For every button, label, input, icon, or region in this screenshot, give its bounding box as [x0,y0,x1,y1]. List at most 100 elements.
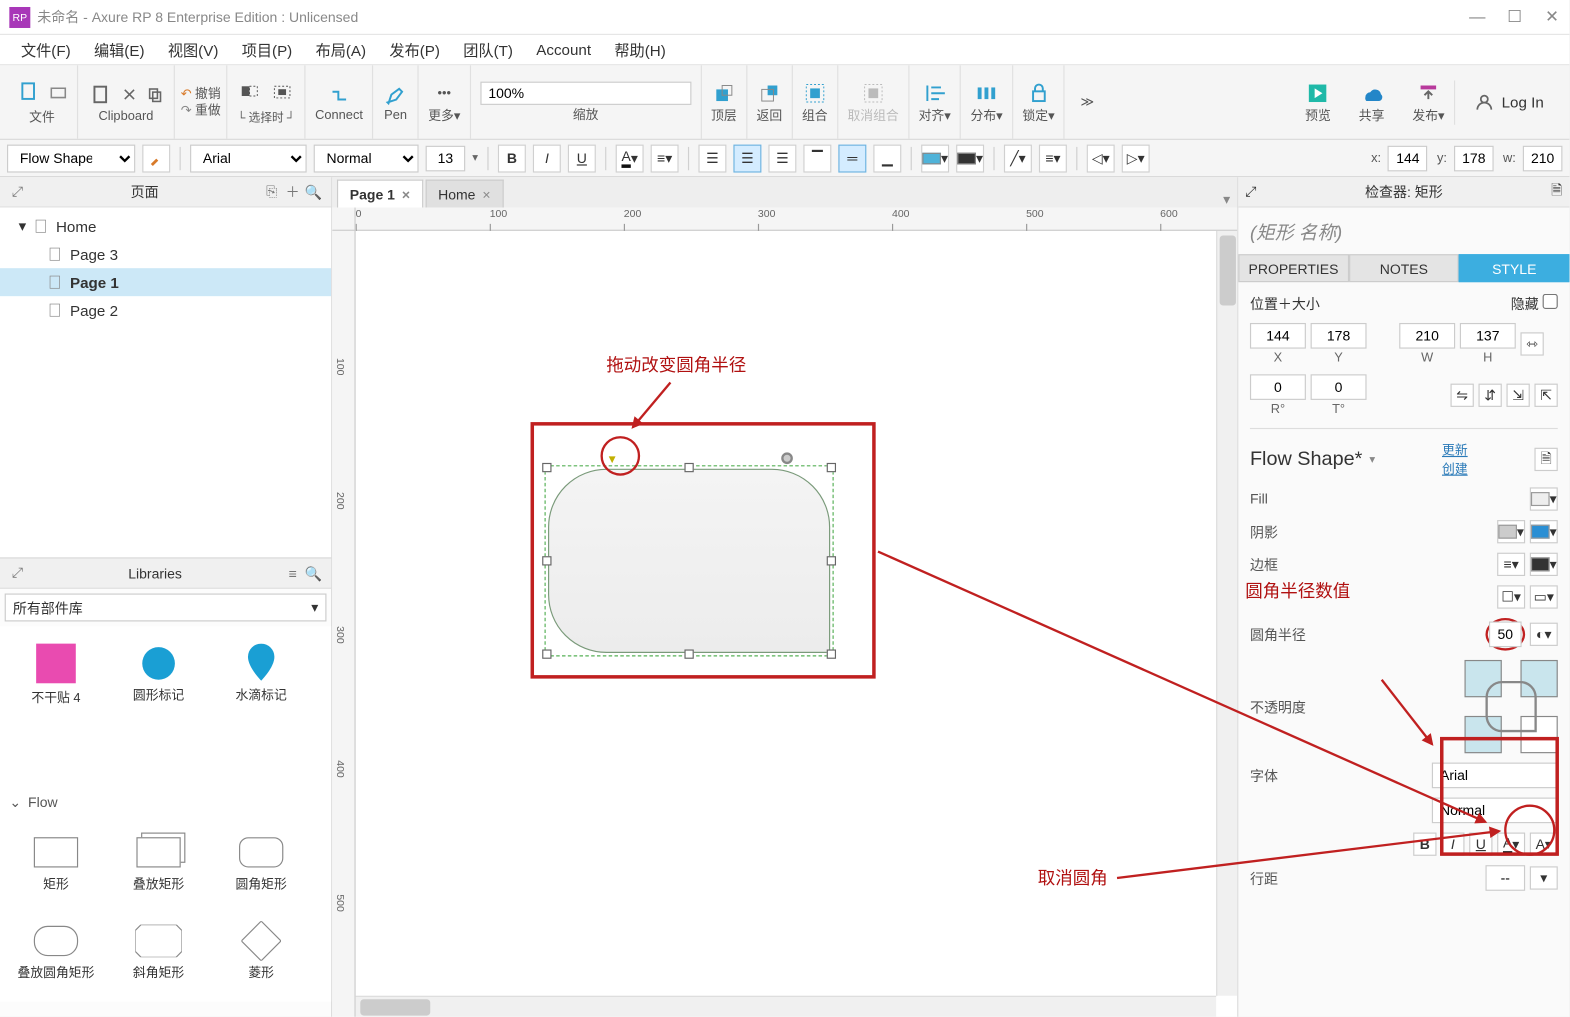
menu-file[interactable]: 文件(F) [9,38,82,60]
line-color-button[interactable]: ▾ [956,144,984,172]
tool-publish[interactable]: 发布▾ [1403,80,1455,124]
lib-flow-bevel[interactable]: 斜角矩形 [107,908,210,997]
menu-edit[interactable]: 编辑(E) [82,38,156,60]
tool-overflow[interactable]: ≫ [1065,65,1109,138]
flow-section[interactable]: ⌄Flow [0,789,331,815]
border-color-dd[interactable]: ▾ [1530,553,1558,576]
collapse-icon[interactable]: ⤢ [7,181,28,202]
menu-help[interactable]: 帮助(H) [603,38,678,60]
insp-x-input[interactable] [1250,323,1306,349]
insp-text-more[interactable]: A▾ [1530,833,1558,856]
text-color-button[interactable]: A▾ [616,144,644,172]
border-side-dd[interactable]: ▭▾ [1530,585,1558,608]
tool-lock[interactable]: 锁定▾ [1013,65,1065,138]
tool-clipboard-group[interactable]: Clipboard [78,65,175,138]
shape-style-select[interactable]: Flow Shape [7,144,135,172]
flip-h-button[interactable]: ⇋ [1451,384,1474,407]
tab-dropdown-icon[interactable]: ▾ [1216,191,1237,207]
bold-button[interactable]: B [498,144,526,172]
valign-bottom-button[interactable]: ▁ [873,144,901,172]
tree-item-page2[interactable]: Page 2 [0,296,331,324]
tool-undo-group[interactable]: ↶ 撤销 ↷ 重做 [175,65,228,138]
insp-w-input[interactable] [1399,323,1455,349]
tool-file-group[interactable]: 文件 [7,65,78,138]
corner-radius-grid[interactable] [1464,660,1557,753]
line-width-button[interactable]: ≡▾ [1039,144,1067,172]
menu-account[interactable]: Account [525,41,603,58]
tool-select-group[interactable]: └ 选择时 ┘ [228,65,306,138]
outer-shadow-dd[interactable]: ▾ [1497,520,1525,543]
align-left-button[interactable]: ☰ [698,144,726,172]
lib-item-circle[interactable]: 圆形标记 [107,631,210,720]
menu-team[interactable]: 团队(T) [452,38,525,60]
fit-box-button[interactable]: ⇱ [1534,384,1557,407]
lib-menu-icon[interactable]: ≡ [282,563,303,584]
tool-zoom[interactable]: 缩放 [471,65,702,138]
menu-layout[interactable]: 布局(A) [304,38,378,60]
w-input[interactable] [1523,145,1563,171]
border-width-dd[interactable]: ≡▾ [1497,553,1525,576]
ruler-vertical[interactable]: 0 100 200 300 400 500 [332,231,355,1017]
tool-more[interactable]: ••• 更多▾ [419,65,471,138]
menu-project[interactable]: 项目(P) [230,38,304,60]
login-button[interactable]: Log In [1464,87,1553,117]
border-style-dd[interactable]: ☐▾ [1497,585,1525,608]
fill-color-button[interactable]: ▾ [921,144,949,172]
arrow-end-button[interactable]: ▷▾ [1122,144,1150,172]
eyedropper-button[interactable] [142,144,170,172]
tree-item-page3[interactable]: Page 3 [0,240,331,268]
tool-front[interactable]: 顶层 [702,65,747,138]
maximize-button[interactable]: ☐ [1506,7,1522,27]
insp-italic[interactable]: I [1441,833,1464,856]
tab-page1[interactable]: Page 1× [337,180,423,208]
insp-bold[interactable]: B [1413,833,1436,856]
style-create-link[interactable]: 创建 [1442,459,1468,478]
lib-flow-rounded-stack[interactable]: 叠放圆角矩形 [5,908,108,997]
italic-button[interactable]: I [533,144,561,172]
tool-group[interactable]: 组合 [793,65,838,138]
tab-notes[interactable]: NOTES [1349,254,1459,282]
close-icon[interactable]: × [402,186,410,202]
tab-properties[interactable]: PROPERTIES [1238,254,1348,282]
tree-item-home[interactable]: ▾Home [0,212,331,240]
arrow-start-button[interactable]: ◁▾ [1087,144,1115,172]
font-select[interactable]: Arial [190,144,307,172]
selected-shape[interactable] [548,469,830,653]
radius-input[interactable] [1489,621,1522,647]
tool-ungroup[interactable]: 取消组合 [838,65,909,138]
lib-collapse-icon[interactable]: ⤢ [7,563,28,584]
insp-h-input[interactable] [1460,323,1516,349]
insp-r-input[interactable] [1250,374,1306,400]
align-right-button[interactable]: ☰ [768,144,796,172]
tool-distribute[interactable]: 分布▾ [961,65,1013,138]
tool-pen[interactable]: Pen [373,65,418,138]
hide-checkbox[interactable] [1543,294,1558,309]
list-button[interactable]: ≡▾ [651,144,679,172]
lib-item-sticky[interactable]: 不干贴 4 [5,631,108,720]
inner-shadow-dd[interactable]: ▾ [1530,520,1558,543]
lib-flow-diamond[interactable]: 菱形 [210,908,313,997]
x-input[interactable] [1388,145,1428,171]
menu-view[interactable]: 视图(V) [156,38,230,60]
search-pages-icon[interactable]: 🔍 [303,181,324,202]
line-style-button[interactable]: ╱▾ [1004,144,1032,172]
fill-color-dd[interactable]: ▾ [1530,487,1558,510]
canvas[interactable] [356,231,1217,996]
tool-preview[interactable]: 预览 [1296,80,1340,124]
ruler-horizontal[interactable]: 0 100 200 300 400 500 600 [356,208,1237,231]
tool-back[interactable]: 返回 [747,65,792,138]
menu-publish[interactable]: 发布(P) [378,38,452,60]
close-icon[interactable]: × [482,186,490,202]
font-weight-select[interactable]: Normal [314,144,419,172]
inspector-collapse-icon[interactable]: ⤢ [1245,183,1256,200]
valign-middle-button[interactable]: ═ [838,144,866,172]
tab-home[interactable]: Home× [425,180,503,208]
fit-text-button[interactable]: ⇲ [1506,384,1529,407]
shape-name-input[interactable]: (矩形 名称) [1238,208,1569,255]
insp-font-input[interactable] [1432,763,1558,789]
line-height-input[interactable] [1485,865,1525,891]
minimize-button[interactable]: — [1469,7,1485,27]
insp-text-color[interactable]: A▾ [1497,833,1525,856]
radius-handle[interactable] [609,457,621,469]
scrollbar-vertical[interactable] [1216,231,1237,996]
